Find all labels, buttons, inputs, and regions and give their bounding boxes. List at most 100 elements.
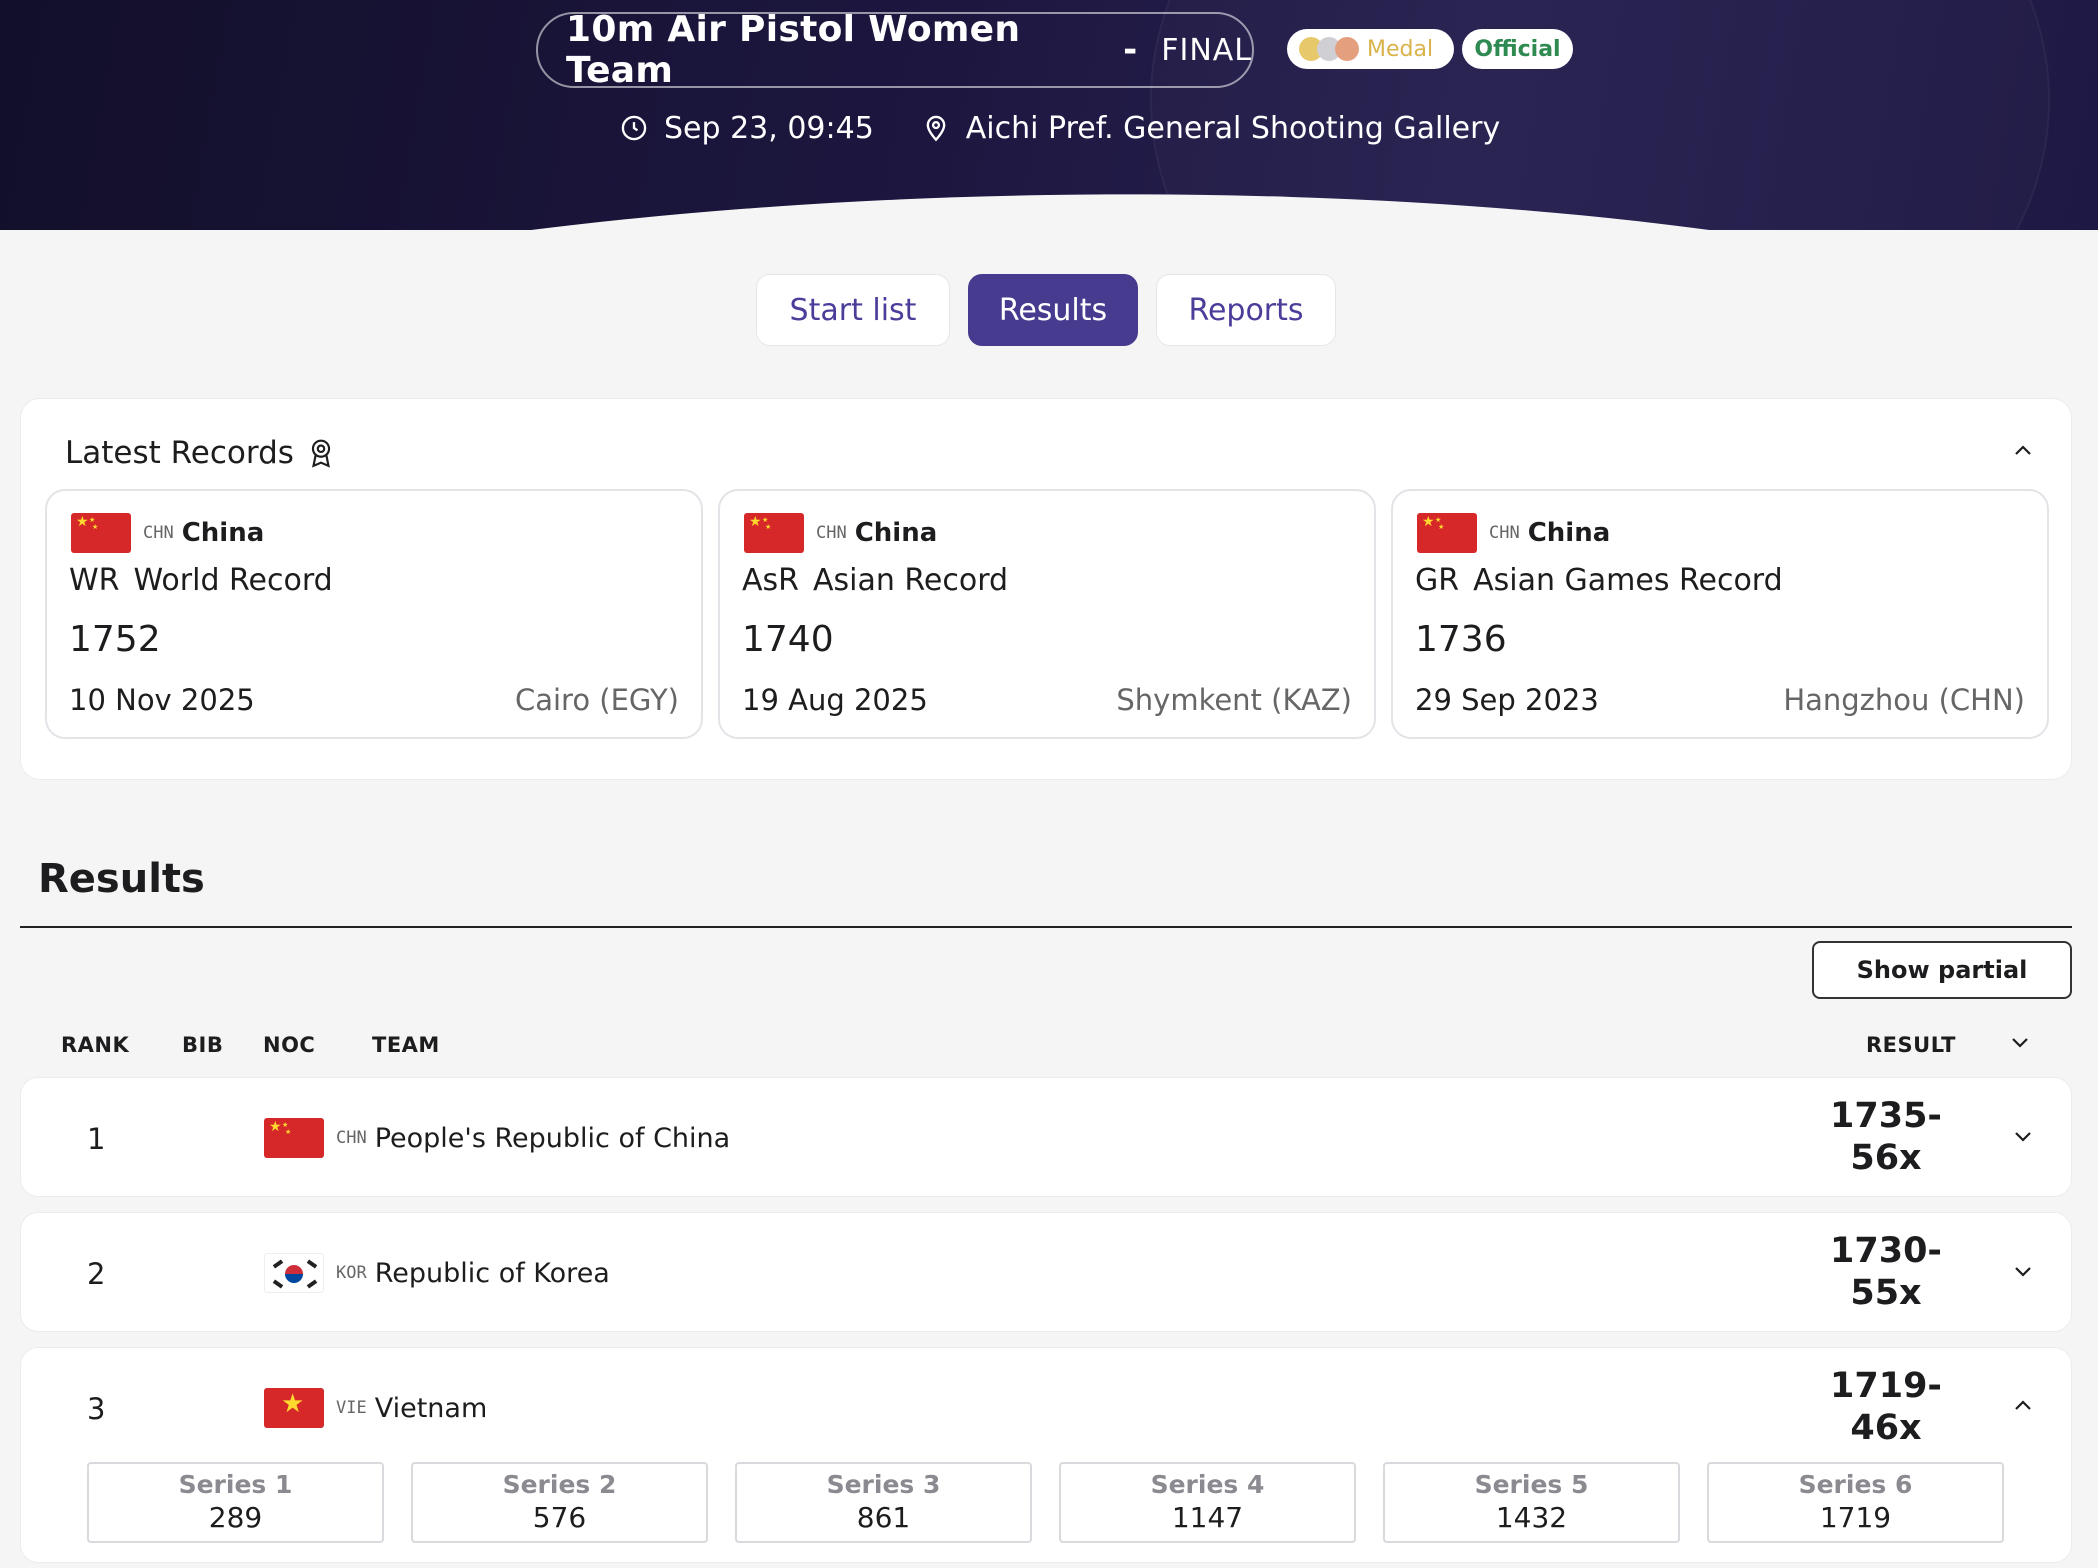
result-score: 1730-	[1830, 1231, 1942, 1271]
record-place: Cairo (EGY)	[514, 683, 679, 717]
flag-vie-icon: ★	[264, 1388, 324, 1428]
medal-badge: Medal	[1287, 29, 1454, 69]
record-date: 19 Aug 2025	[742, 683, 928, 717]
show-partial-button[interactable]: Show partial	[1812, 941, 2072, 999]
country-name: China	[854, 518, 938, 548]
series-label: Series 6	[1798, 1470, 1913, 1499]
result-score: 1719-	[1830, 1366, 1942, 1406]
noc-code: CHN	[1489, 523, 1520, 543]
record-value: 1740	[742, 619, 834, 660]
flag-chn-icon: ★ ★ ★	[71, 513, 131, 553]
record-noc: ★ ★ ★ CHN China	[744, 513, 937, 553]
series-cell: Series 6 1719	[1707, 1462, 2004, 1543]
series-value: 1432	[1495, 1501, 1568, 1534]
record-noc: ★ ★ ★ CHN China	[1417, 513, 1610, 553]
location-pin-icon	[926, 115, 946, 142]
series-label: Series 1	[178, 1470, 293, 1499]
noc-code: CHN	[336, 1128, 367, 1148]
record-type-name: World Record	[133, 563, 333, 598]
result-row-expanded[interactable]: 3 ★ VIE Vietnam 1719- 46x Series 1 289 Se…	[20, 1347, 2072, 1563]
series-breakdown: Series 1 289 Series 2 576 Series 3 861 Seri…	[87, 1462, 2004, 1543]
record-value: 1736	[1415, 619, 1507, 660]
record-card-asian: ★ ★ ★ CHN China AsR Asian Record 1740 19 Au…	[718, 489, 1376, 739]
official-badge: Official	[1462, 29, 1573, 69]
series-cell: Series 2 576	[411, 1462, 708, 1543]
record-type: WR World Record	[69, 563, 333, 598]
event-phase: FINAL	[1161, 32, 1252, 68]
series-value: 861	[856, 1501, 911, 1534]
expand-all-chevron-icon[interactable]	[2008, 1030, 2032, 1054]
record-type-name: Asian Record	[813, 563, 1009, 598]
record-noc: ★ ★ ★ CHN China	[71, 513, 264, 553]
team-name: Republic of Korea	[374, 1257, 610, 1289]
series-value: 289	[208, 1501, 263, 1534]
record-place: Shymkent (KAZ)	[1116, 683, 1352, 717]
medal-icon	[1299, 37, 1359, 61]
noc-code: KOR	[336, 1263, 367, 1283]
flag-chn-icon: ★ ★ ★	[264, 1118, 324, 1158]
record-type: GR Asian Games Record	[1415, 563, 1783, 598]
event-venue: Aichi Pref. General Shooting Gallery	[965, 110, 1501, 146]
row-result: 1719- 46x	[1821, 1365, 1951, 1449]
clock-icon	[621, 115, 647, 141]
row-rank: 3	[87, 1392, 106, 1426]
result-row[interactable]: 2 KOR Republic of Korea 1730- 55x	[20, 1212, 2072, 1332]
event-datetime: Sep 23, 09:45	[664, 110, 874, 146]
chevron-up-icon[interactable]	[2011, 1394, 2035, 1418]
chevron-down-icon[interactable]	[2011, 1124, 2035, 1148]
record-abbr: WR	[69, 563, 120, 598]
noc-code: VIE	[336, 1398, 367, 1418]
series-label: Series 3	[826, 1470, 941, 1499]
event-meta: Sep 23, 09:45 Aichi Pref. General Shooti…	[620, 106, 1500, 150]
award-ribbon-icon	[311, 439, 331, 468]
event-title-separator: -	[1123, 30, 1138, 70]
record-date: 29 Sep 2023	[1415, 683, 1599, 717]
row-rank: 1	[87, 1122, 106, 1156]
row-team: ★ ★ ★ CHN People's Republic of China	[264, 1118, 730, 1158]
row-team: KOR Republic of Korea	[264, 1253, 610, 1293]
column-header-bib: BIB	[182, 1033, 224, 1057]
series-value: 1147	[1171, 1501, 1244, 1534]
flag-chn-icon: ★ ★ ★	[744, 513, 804, 553]
row-rank: 2	[87, 1257, 106, 1291]
event-title-pill: 10m Air Pistol Women Team - FINAL	[536, 9, 1254, 91]
row-team: ★ VIE Vietnam	[264, 1388, 487, 1428]
column-header-result: RESULT	[1866, 1033, 1956, 1057]
result-inner-tens: 56x	[1850, 1138, 1922, 1178]
latest-records-header: Latest Records	[65, 435, 334, 471]
record-abbr: GR	[1415, 563, 1460, 598]
team-name: People's Republic of China	[374, 1122, 731, 1154]
flag-chn-icon: ★ ★ ★	[1417, 513, 1477, 553]
latest-records-title: Latest Records	[65, 435, 294, 471]
column-header-team: TEAM	[372, 1033, 440, 1057]
country-name: China	[1527, 518, 1611, 548]
series-label: Series 2	[502, 1470, 617, 1499]
record-card-asian-games: ★ ★ ★ CHN China GR Asian Games Record 1736 …	[1391, 489, 2049, 739]
results-heading: Results	[38, 856, 205, 902]
record-abbr: AsR	[742, 563, 799, 598]
result-row[interactable]: 1 ★ ★ ★ CHN People's Republic of China 173…	[20, 1077, 2072, 1197]
result-score: 1735-	[1830, 1096, 1942, 1136]
country-name: China	[181, 518, 265, 548]
series-label: Series 4	[1150, 1470, 1265, 1499]
row-result: 1735- 56x	[1821, 1095, 1951, 1179]
tab-results[interactable]: Results	[968, 274, 1138, 346]
series-cell: Series 4 1147	[1059, 1462, 1356, 1543]
tab-start-list[interactable]: Start list	[756, 274, 950, 346]
medal-badge-label: Medal	[1367, 36, 1434, 62]
result-inner-tens: 55x	[1850, 1273, 1922, 1313]
column-header-noc: NOC	[263, 1033, 316, 1057]
noc-code: CHN	[143, 523, 174, 543]
latest-records-panel: Latest Records ★ ★ ★ CHN China WR World Rec…	[20, 398, 2072, 780]
column-header-rank: RANK	[61, 1033, 130, 1057]
chevron-down-icon[interactable]	[2011, 1259, 2035, 1283]
event-header: 10m Air Pistol Women Team - FINAL Medal …	[0, 0, 2098, 230]
row-result: 1730- 55x	[1821, 1230, 1951, 1314]
record-card-world: ★ ★ ★ CHN China WR World Record 1752 10 Nov…	[45, 489, 703, 739]
record-type-name: Asian Games Record	[1473, 563, 1783, 598]
series-cell: Series 5 1432	[1383, 1462, 1680, 1543]
chevron-up-icon[interactable]	[2011, 439, 2035, 463]
tab-reports[interactable]: Reports	[1156, 274, 1336, 346]
event-name: 10m Air Pistol Women Team	[566, 9, 1021, 91]
record-place: Hangzhou (CHN)	[1783, 683, 2025, 717]
